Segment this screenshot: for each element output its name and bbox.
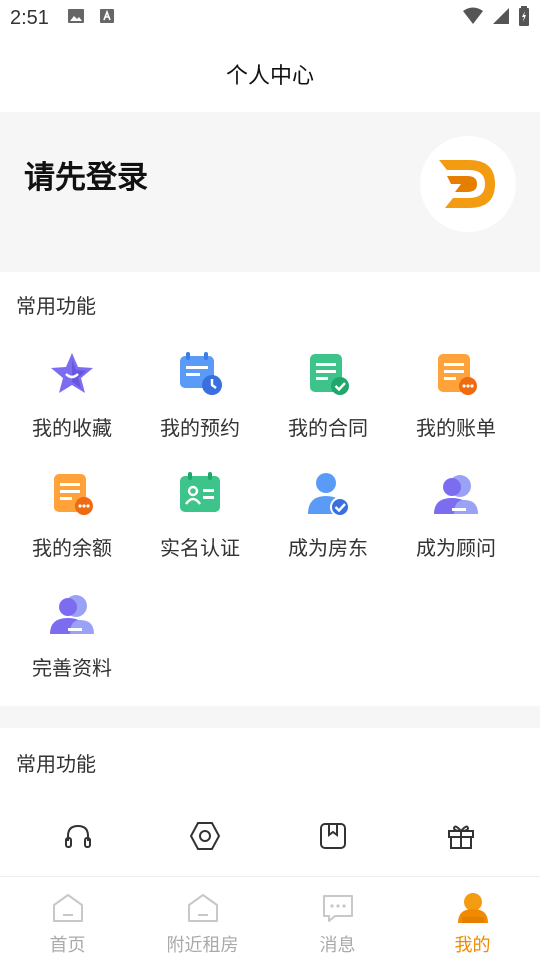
bill-icon: [438, 354, 477, 395]
profile-edit-icon: [50, 595, 94, 634]
tab-label: 我的: [454, 935, 491, 956]
gift-icon: [448, 825, 474, 849]
tab-mine[interactable]: 我的: [405, 877, 540, 960]
tab-label: 消息: [319, 935, 356, 956]
text-notification-icon: [99, 8, 115, 28]
grid-item-label: 我的余额: [32, 536, 112, 560]
contract-check-icon: [310, 354, 349, 395]
appointments-item[interactable]: 我的预约: [136, 340, 264, 450]
section-title-common: 常用功能: [16, 294, 96, 318]
brand-logo-icon: [439, 160, 495, 208]
tab-messages[interactable]: 消息: [270, 877, 405, 960]
consultant-icon: [434, 475, 478, 514]
balance-icon: [54, 474, 93, 515]
grid-item-label: 我的收藏: [32, 416, 112, 440]
balance-item[interactable]: 我的余额: [8, 460, 136, 570]
star-icon: [51, 353, 93, 393]
headset-icon: [65, 824, 91, 848]
battery-icon: [518, 6, 530, 30]
message-icon: [322, 895, 353, 922]
become-consultant-item[interactable]: 成为顾问: [392, 460, 520, 570]
status-bar: 2:51: [0, 0, 540, 36]
tab-home[interactable]: 首页: [0, 877, 135, 960]
section-title-tools: 常用功能: [16, 752, 96, 776]
customer-service-button[interactable]: [58, 816, 98, 856]
settings-hexagon-icon: [189, 822, 221, 850]
tab-label: 附近租房: [166, 935, 239, 956]
bottom-tab-bar: 首页 附近租房 消息 我的: [0, 876, 540, 960]
profile-card[interactable]: 请先登录: [0, 112, 540, 272]
status-time: 2:51: [10, 6, 49, 29]
landlord-icon: [308, 473, 350, 517]
image-notification-icon: [67, 8, 85, 28]
section-divider: [0, 706, 540, 728]
header: 个人中心: [0, 36, 540, 112]
tools-row: [0, 816, 540, 860]
grid-item-label: 完善资料: [32, 656, 112, 680]
avatar[interactable]: [420, 136, 516, 232]
bookmark-button[interactable]: [313, 816, 353, 856]
complete-profile-item[interactable]: 完善资料: [8, 580, 136, 690]
wifi-icon: [462, 7, 484, 29]
home-icon: [52, 894, 83, 922]
login-prompt[interactable]: 请先登录: [24, 152, 148, 197]
tab-label: 首页: [49, 935, 86, 956]
settings-button[interactable]: [185, 816, 225, 856]
bills-item[interactable]: 我的账单: [392, 340, 520, 450]
grid-item-label: 成为房东: [288, 536, 368, 560]
nearby-home-icon: [187, 894, 218, 922]
favorites-item[interactable]: 我的收藏: [8, 340, 136, 450]
tab-nearby[interactable]: 附近租房: [135, 877, 270, 960]
user-icon: [457, 893, 488, 923]
id-card-icon: [180, 472, 220, 512]
contracts-item[interactable]: 我的合同: [264, 340, 392, 450]
cell-signal-icon: [492, 7, 510, 29]
page-title: 个人中心: [225, 64, 314, 89]
become-landlord-item[interactable]: 成为房东: [264, 460, 392, 570]
calendar-clock-icon: [180, 352, 222, 395]
bookmark-icon: [320, 823, 346, 849]
grid-item-label: 实名认证: [160, 536, 240, 560]
grid-item-label: 我的预约: [160, 416, 240, 440]
grid-item-label: 成为顾问: [416, 536, 496, 560]
grid-item-label: 我的账单: [416, 416, 496, 440]
verification-item[interactable]: 实名认证: [136, 460, 264, 570]
gift-button[interactable]: [441, 816, 481, 856]
grid-item-label: 我的合同: [288, 416, 368, 440]
